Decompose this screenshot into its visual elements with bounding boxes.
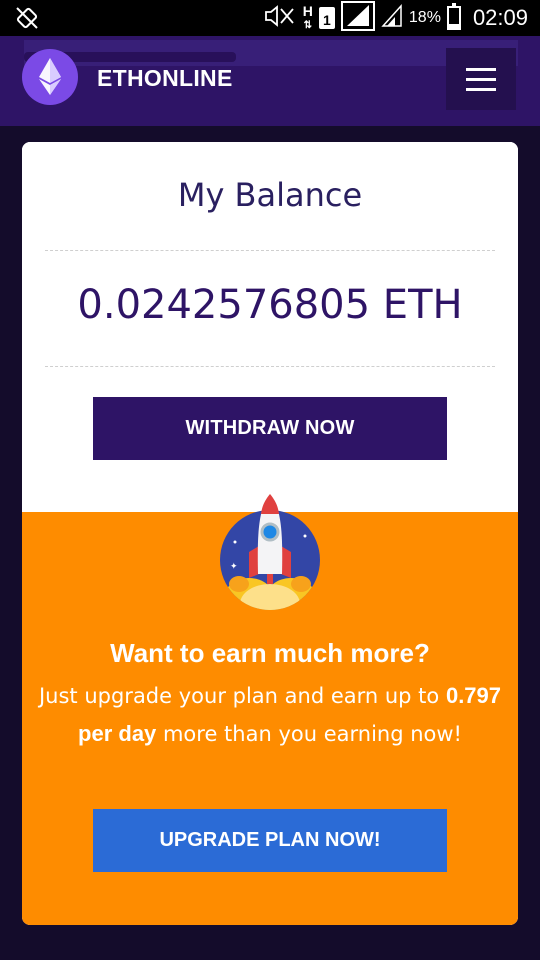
mute-icon: [263, 4, 297, 32]
sim-slot-badge: 1: [318, 7, 335, 29]
network-type: H ⇅: [302, 2, 313, 32]
upgrade-section: ✦ Want to earn much more? Just upgrade y…: [22, 494, 518, 925]
data-arrows-icon: ⇅: [303, 19, 313, 31]
app-header: ETHONLINE: [0, 36, 540, 126]
upgrade-text-after: more than you earning now!: [156, 722, 462, 746]
clock: 02:09: [472, 5, 528, 30]
divider: [45, 366, 495, 367]
upgrade-plan-button[interactable]: UPGRADE PLAN NOW!: [93, 809, 447, 872]
screen-rotation-icon: [14, 5, 40, 36]
upgrade-heading: Want to earn much more?: [110, 638, 430, 668]
ethereum-logo-icon[interactable]: [22, 49, 78, 105]
network-letter: H: [302, 2, 313, 19]
upgrade-text-before: Just upgrade your plan and earn up to: [38, 684, 446, 708]
brand-name[interactable]: ETHONLINE: [97, 65, 233, 92]
hamburger-menu-icon[interactable]: [446, 48, 516, 110]
signal-strength-2-icon: [381, 3, 403, 33]
balance-section: My Balance 0.0242576805 ETH WITHDRAW NOW: [22, 142, 518, 512]
divider: [45, 250, 495, 251]
balance-amount: 0.0242576805 ETH: [77, 282, 463, 328]
battery-icon: [446, 3, 461, 30]
status-bar: H ⇅ 1 18% 02:09: [0, 0, 540, 36]
card-title: My Balance: [177, 176, 363, 214]
balance-card: My Balance 0.0242576805 ETH WITHDRAW NOW: [22, 142, 518, 925]
signal-strength-icon: [340, 0, 375, 36]
withdraw-button[interactable]: WITHDRAW NOW: [93, 397, 447, 460]
rocket-icon: ✦: [219, 492, 321, 612]
upgrade-description: Just upgrade your plan and earn up to 0.…: [36, 677, 504, 753]
svg-text:✦: ✦: [230, 562, 238, 572]
battery-percent: 18%: [408, 9, 441, 26]
